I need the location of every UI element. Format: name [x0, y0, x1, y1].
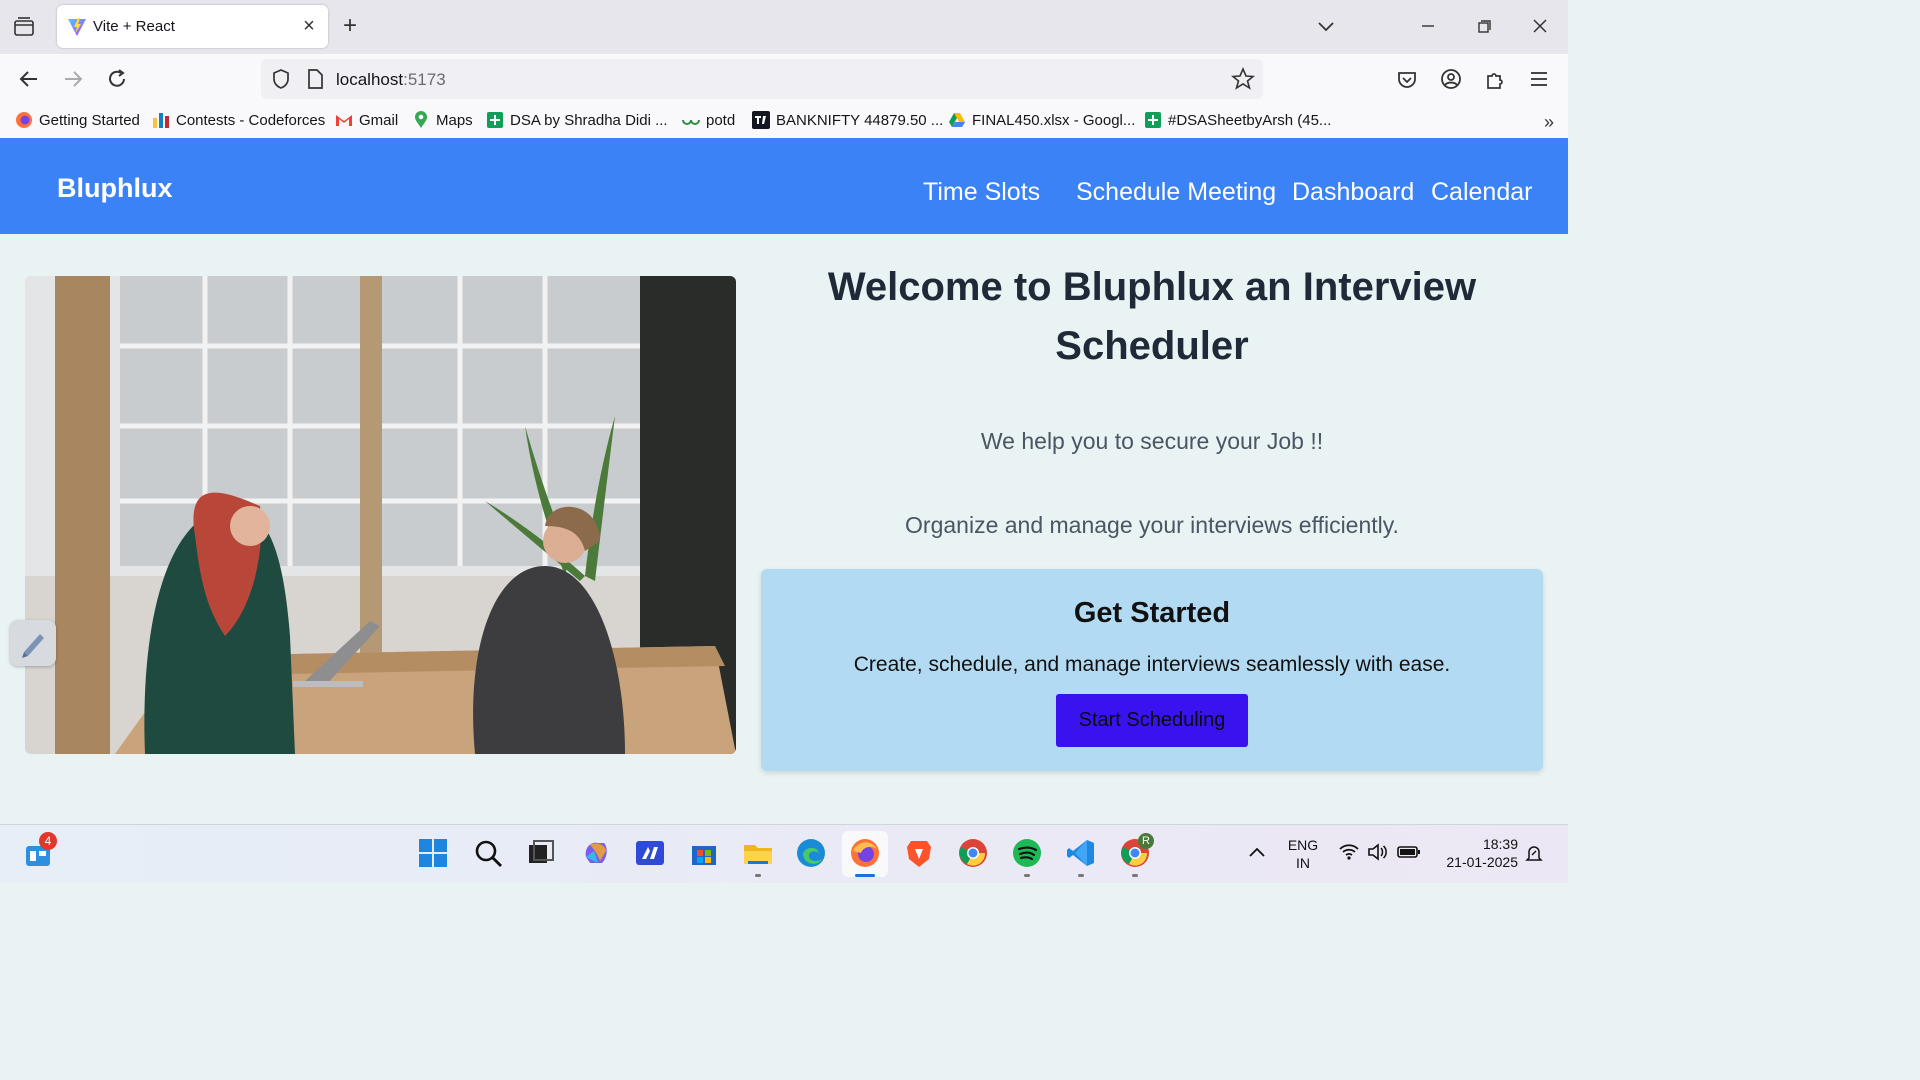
microsoft-store-icon[interactable]	[688, 837, 720, 869]
browser-tab[interactable]: Vite + React ×	[57, 5, 328, 48]
page-title: Welcome to Bluphlux an Interview Schedul…	[827, 265, 1477, 368]
tradingview-icon	[752, 111, 770, 129]
bookmark-dsa-shradha[interactable]: DSA by Shradha Didi ...	[486, 111, 668, 129]
wifi-icon[interactable]	[1338, 843, 1360, 861]
hero-tagline: We help you to secure your Job !!	[980, 428, 1324, 454]
card-title: Get Started	[1073, 597, 1231, 629]
close-tab-icon[interactable]: ×	[300, 16, 318, 36]
task-view-icon[interactable]	[525, 837, 557, 869]
restore-icon[interactable]	[1472, 14, 1496, 38]
side-panel-handle[interactable]	[10, 620, 56, 666]
widgets-badge: 4	[39, 832, 57, 850]
windows-taskbar: 4 R ENG IN 18:39 21-01-2025	[0, 824, 1568, 883]
bookmark-getting-started[interactable]: Getting Started	[15, 111, 140, 129]
nav-schedule-meeting[interactable]: Schedule Meeting	[1076, 178, 1276, 207]
bookmarks-toolbar: Getting Started Contests - Codeforces Gm…	[0, 104, 1568, 139]
browser-tab-bar: Vite + React × +	[0, 0, 1568, 54]
bookmark-codeforces[interactable]: Contests - Codeforces	[152, 111, 325, 129]
reload-icon[interactable]	[104, 66, 130, 92]
brave-icon[interactable]	[903, 837, 935, 869]
nav-calendar[interactable]: Calendar	[1431, 178, 1532, 207]
bookmark-gmail[interactable]: Gmail	[335, 111, 398, 129]
address-bar[interactable]: localhost:5173	[261, 59, 1263, 99]
bookmark-banknifty[interactable]: BANKNIFTY 44879.50 ...	[752, 111, 943, 129]
edge-icon[interactable]	[795, 837, 827, 869]
maps-pin-icon	[412, 111, 430, 129]
running-indicator	[1078, 874, 1084, 877]
bookmark-dsa-arsh[interactable]: #DSASheetbyArsh (45...	[1144, 111, 1331, 129]
list-all-tabs-icon[interactable]	[1314, 14, 1338, 38]
brand-logo[interactable]: Bluphlux	[57, 173, 173, 204]
menu-icon[interactable]	[1526, 66, 1552, 92]
copilot-icon[interactable]	[580, 837, 612, 869]
google-drive-icon	[948, 111, 966, 129]
file-explorer-icon[interactable]	[742, 837, 774, 869]
widgets-button[interactable]: 4	[24, 832, 57, 868]
running-indicator	[755, 874, 761, 877]
sheets-icon	[1144, 111, 1162, 129]
vite-favicon-icon	[68, 18, 86, 36]
firefox-icon	[15, 111, 33, 129]
tab-title: Vite + React	[93, 18, 175, 35]
language-indicator[interactable]: ENG IN	[1284, 836, 1322, 872]
chrome-profile-badge: R	[1138, 833, 1154, 849]
nav-dashboard[interactable]: Dashboard	[1292, 178, 1414, 207]
extensions-icon[interactable]	[1482, 66, 1508, 92]
sheets-icon	[486, 111, 504, 129]
minimize-icon[interactable]	[1416, 14, 1440, 38]
volume-icon[interactable]	[1367, 843, 1389, 861]
vscode-icon[interactable]	[1065, 837, 1097, 869]
running-indicator	[1132, 874, 1138, 877]
bookmark-maps[interactable]: Maps	[412, 111, 473, 129]
url-text[interactable]: localhost:5173	[336, 70, 446, 90]
spotify-icon[interactable]	[1011, 837, 1043, 869]
show-hidden-icons-chevron-icon[interactable]	[1248, 845, 1266, 859]
bookmark-potd[interactable]: potd	[682, 111, 735, 129]
tab-list-icon[interactable]	[12, 16, 36, 38]
search-icon[interactable]	[472, 837, 504, 869]
page-info-icon[interactable]	[305, 68, 325, 90]
active-indicator	[855, 874, 875, 877]
close-window-icon[interactable]	[1528, 14, 1552, 38]
bookmark-final450[interactable]: FINAL450.xlsx - Googl...	[948, 111, 1135, 129]
notifications-bell-icon[interactable]	[1524, 843, 1544, 863]
hero-image	[25, 276, 736, 754]
start-scheduling-button[interactable]: Start Scheduling	[1056, 694, 1248, 747]
app-header: Bluphlux Time Slots Schedule Meeting Das…	[0, 138, 1568, 234]
clock[interactable]: 18:39 21-01-2025	[1436, 835, 1518, 871]
running-indicator	[1024, 874, 1030, 877]
codeforces-icon	[152, 111, 170, 129]
tracking-protection-shield-icon[interactable]	[270, 68, 292, 90]
dev-app-icon[interactable]	[634, 837, 666, 869]
bookmarks-overflow-icon[interactable]: »	[1544, 112, 1554, 133]
nav-time-slots[interactable]: Time Slots	[923, 178, 1040, 207]
battery-icon[interactable]	[1397, 845, 1421, 859]
chrome-icon[interactable]	[957, 837, 989, 869]
new-tab-icon[interactable]: +	[343, 14, 357, 38]
forward-icon[interactable]	[60, 66, 86, 92]
start-windows-icon[interactable]	[417, 837, 449, 869]
pen-icon	[22, 634, 44, 658]
firefox-icon[interactable]	[849, 837, 881, 869]
gmail-icon	[335, 111, 353, 129]
geeksforgeeks-icon	[682, 111, 700, 129]
account-icon[interactable]	[1438, 66, 1464, 92]
card-description: Create, schedule, and manage interviews …	[853, 653, 1451, 676]
back-icon[interactable]	[16, 66, 42, 92]
get-started-card: Get Started Create, schedule, and manage…	[761, 569, 1543, 771]
pocket-icon[interactable]	[1394, 66, 1420, 92]
bookmark-star-icon[interactable]	[1231, 67, 1255, 91]
hero-subtitle: Organize and manage your interviews effi…	[905, 512, 1399, 538]
